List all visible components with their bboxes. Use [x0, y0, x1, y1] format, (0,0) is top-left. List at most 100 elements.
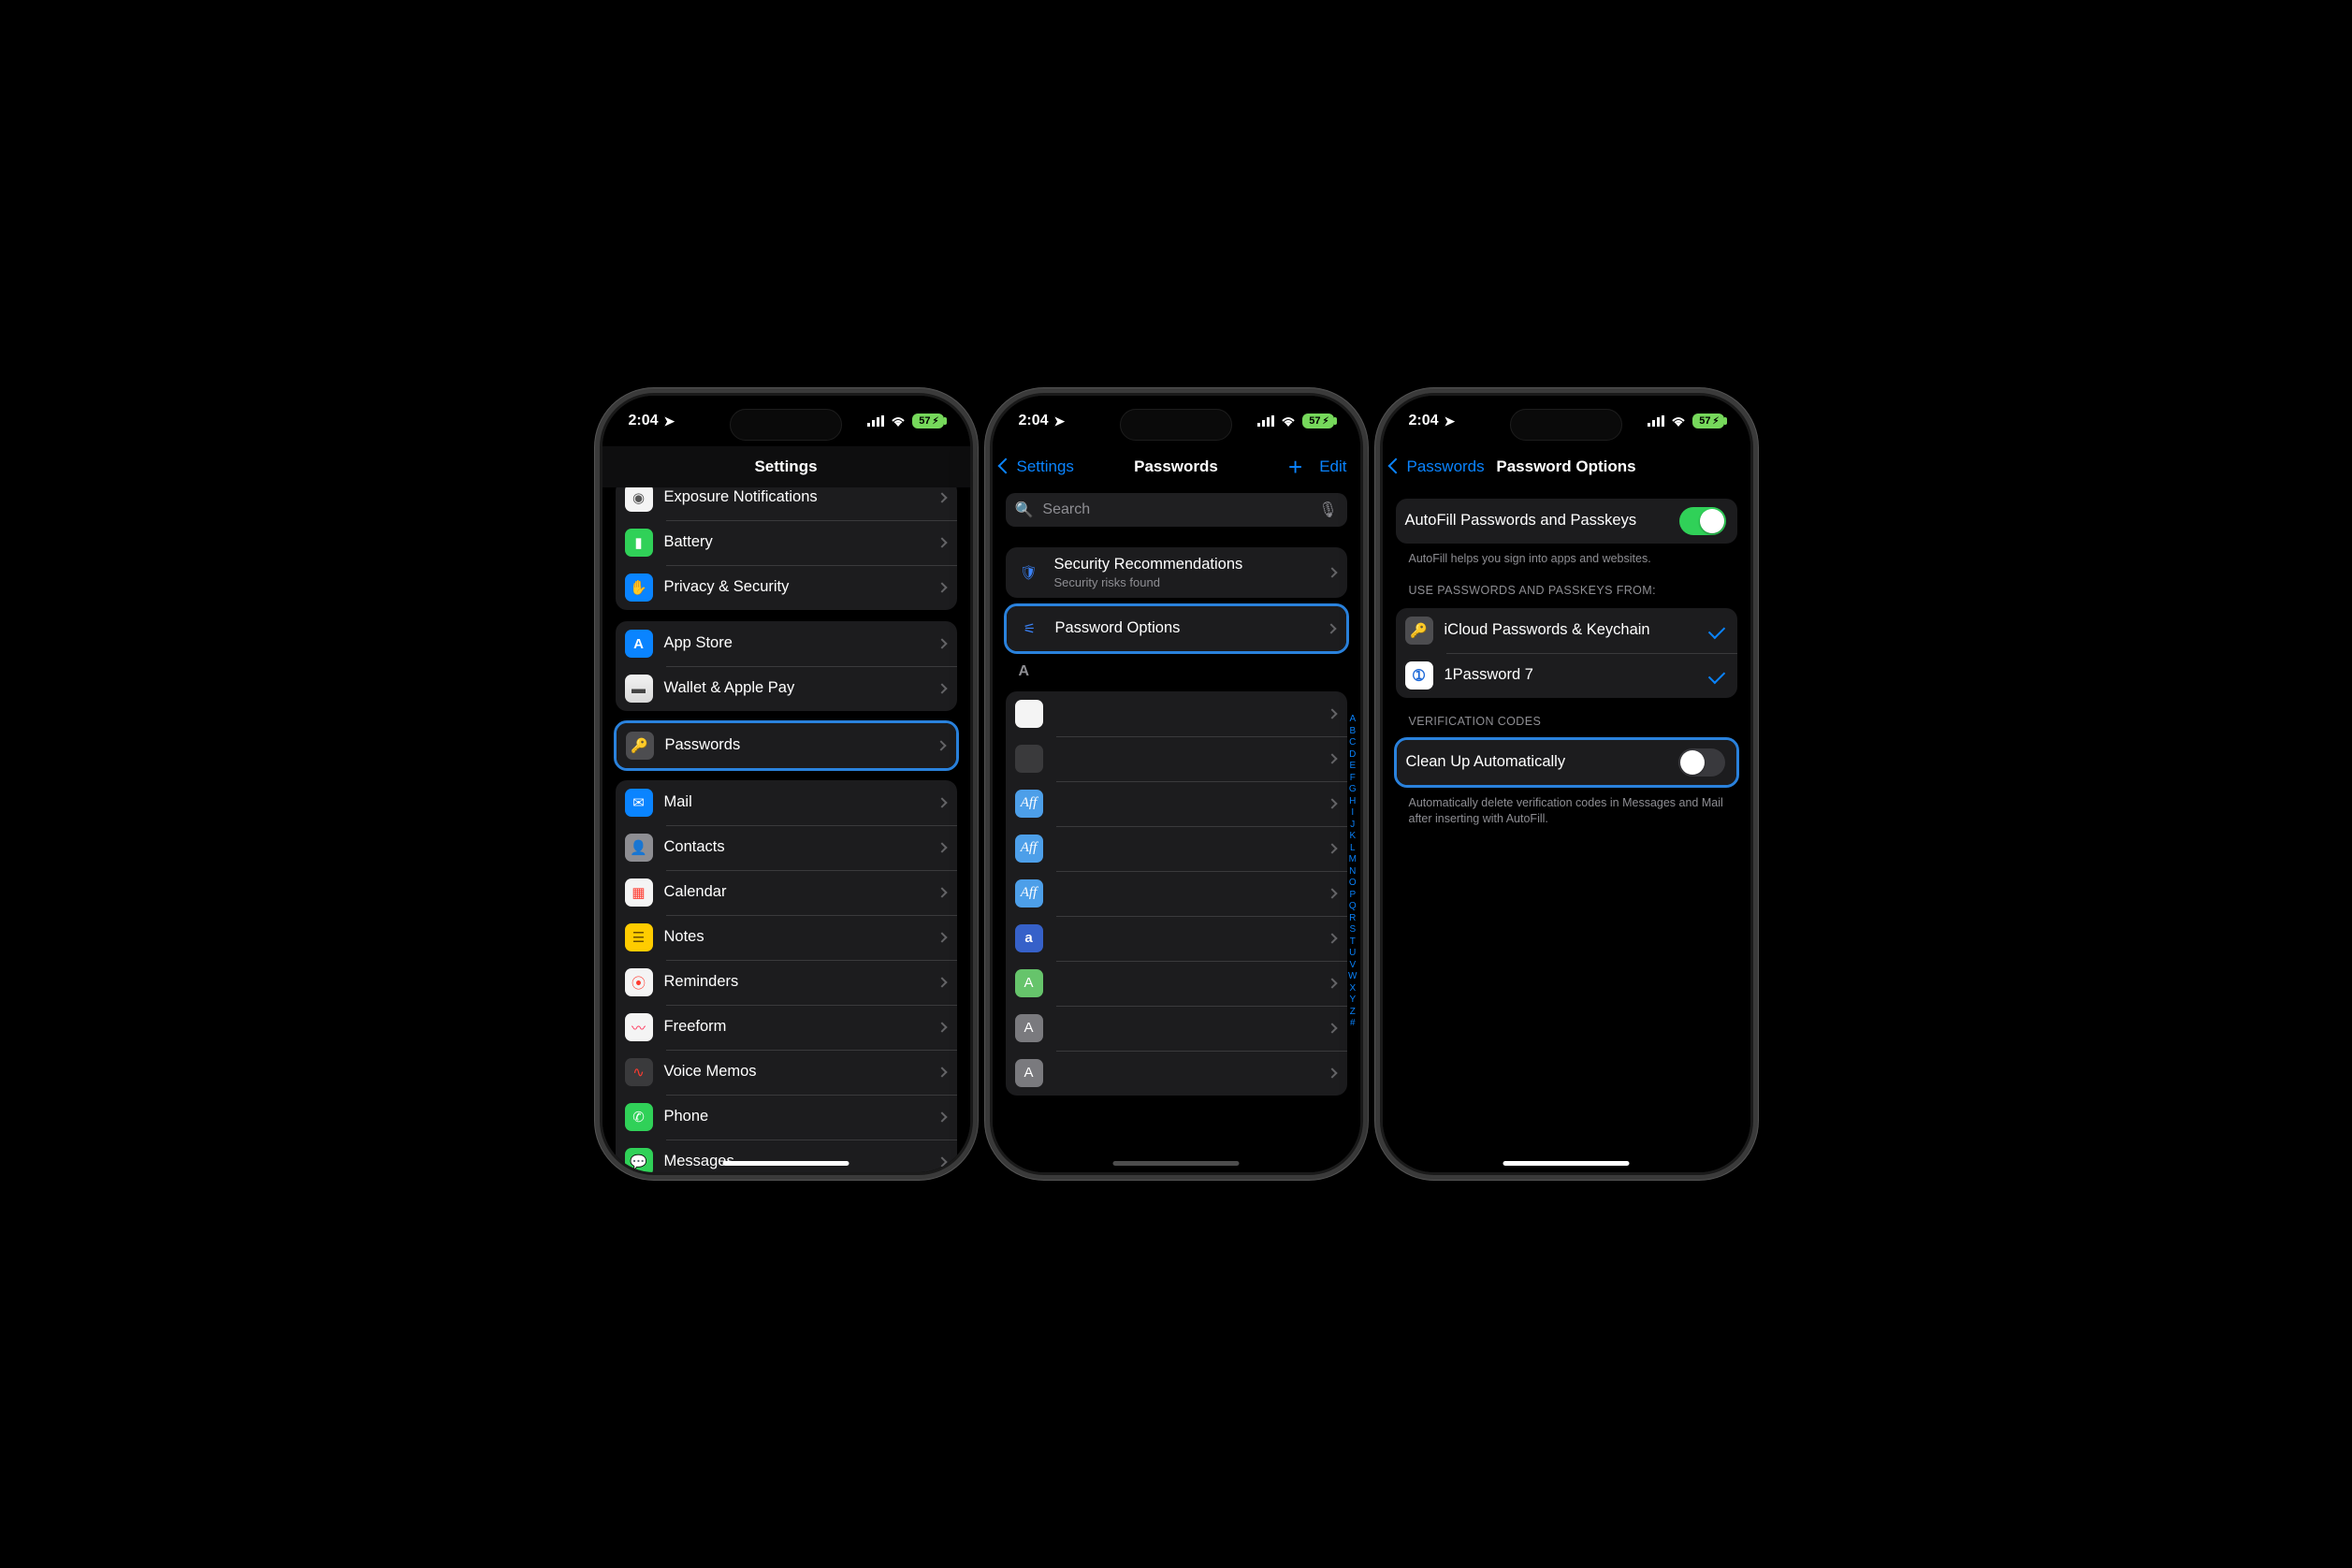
location-icon: ➤: [1445, 414, 1456, 429]
passwords-content[interactable]: 🛡︎ Security Recommendations Security ris…: [993, 536, 1360, 1172]
wifi-icon: [1280, 415, 1297, 427]
index-letter[interactable]: M: [1349, 854, 1357, 866]
row-mail[interactable]: ✉︎ Mail: [616, 780, 957, 825]
shield-icon: 🛡︎: [1015, 559, 1043, 587]
row-app-store[interactable]: A App Store: [616, 621, 957, 666]
index-letter[interactable]: G: [1349, 784, 1357, 796]
index-letter[interactable]: E: [1349, 761, 1356, 773]
row-voice-memos[interactable]: ∿ Voice Memos: [616, 1050, 957, 1095]
password-entry[interactable]: a—: [1006, 916, 1347, 961]
index-letter[interactable]: I: [1351, 807, 1354, 820]
index-letter[interactable]: J: [1350, 820, 1355, 832]
chevron-left-icon: [1390, 457, 1403, 476]
reminders-icon: ⦿: [625, 968, 653, 996]
autofill-footer: AutoFill helps you sign into apps and we…: [1409, 551, 1724, 567]
battery-icon: ▮: [625, 529, 653, 557]
index-letter[interactable]: P: [1349, 890, 1356, 902]
row-privacy-security[interactable]: ✋ Privacy & Security: [616, 565, 957, 610]
index-letter[interactable]: T: [1350, 936, 1356, 949]
index-letter[interactable]: V: [1349, 960, 1356, 972]
index-letter[interactable]: Q: [1349, 901, 1357, 913]
password-entry[interactable]: A—: [1006, 1051, 1347, 1096]
add-button[interactable]: +: [1288, 455, 1302, 479]
row-autofill-toggle[interactable]: AutoFill Passwords and Passkeys: [1396, 499, 1737, 544]
password-entry[interactable]: Aff—: [1006, 781, 1347, 826]
back-button[interactable]: Passwords: [1390, 446, 1485, 487]
index-letter[interactable]: C: [1349, 737, 1356, 749]
chevron-right-icon: [936, 932, 947, 942]
index-letter[interactable]: N: [1349, 866, 1356, 878]
password-entry[interactable]: A—: [1006, 1006, 1347, 1051]
row-password-options[interactable]: ⚟ Password Options: [1007, 606, 1346, 651]
password-entry[interactable]: —: [1006, 736, 1347, 781]
index-letter[interactable]: A: [1349, 714, 1356, 726]
row-reminders[interactable]: ⦿ Reminders: [616, 960, 957, 1005]
row-security-recommendations[interactable]: 🛡︎ Security Recommendations Security ris…: [1006, 547, 1347, 598]
password-entry[interactable]: A—: [1006, 961, 1347, 1006]
index-letter[interactable]: Z: [1350, 1007, 1356, 1019]
home-indicator[interactable]: [723, 1161, 849, 1166]
chevron-right-icon: [1327, 708, 1337, 719]
index-letter[interactable]: H: [1349, 796, 1356, 808]
chevron-right-icon: [936, 683, 947, 693]
row-messages[interactable]: 💬 Messages: [616, 1140, 957, 1172]
password-entry[interactable]: —: [1006, 691, 1347, 736]
chevron-right-icon: [1327, 888, 1337, 898]
edit-button[interactable]: Edit: [1319, 457, 1346, 476]
chevron-right-icon: [936, 887, 947, 897]
row-passwords[interactable]: 🔑 Passwords: [617, 723, 956, 768]
index-letter[interactable]: W: [1348, 971, 1357, 983]
row-freeform[interactable]: 〰︎ Freeform: [616, 1005, 957, 1050]
alphabet-index[interactable]: ABCDEFGHIJKLMNOPQRSTUVWXYZ#: [1348, 714, 1357, 1030]
back-button[interactable]: Settings: [1000, 446, 1074, 487]
index-letter[interactable]: U: [1349, 948, 1356, 960]
row-phone[interactable]: ✆ Phone: [616, 1095, 957, 1140]
row-wallet-apple-pay[interactable]: ▬ Wallet & Apple Pay: [616, 666, 957, 711]
mail-icon: ✉︎: [625, 789, 653, 817]
dictation-icon[interactable]: 🎙︎: [1318, 501, 1337, 519]
status-icons: 57⚡︎: [1648, 414, 1723, 428]
row-cleanup-toggle[interactable]: Clean Up Automatically: [1397, 740, 1736, 785]
entry-icon: [1015, 700, 1043, 728]
row-exposure-notifications[interactable]: ◉ Exposure Notifications: [616, 487, 957, 520]
chevron-left-icon: [1000, 457, 1013, 476]
password-entry[interactable]: Aff—: [1006, 871, 1347, 916]
search-input[interactable]: [1040, 501, 1311, 519]
index-letter[interactable]: S: [1349, 924, 1356, 936]
index-letter[interactable]: R: [1349, 913, 1356, 925]
section-header-a: A: [1019, 663, 1334, 680]
row-contacts[interactable]: 👤 Contacts: [616, 825, 957, 870]
password-entry[interactable]: Aff—: [1006, 826, 1347, 871]
chevron-right-icon: [936, 1022, 947, 1032]
chevron-right-icon: [936, 1067, 947, 1077]
cellular-icon: [1257, 415, 1274, 427]
row-provider-1password[interactable]: ➀ 1Password 7: [1396, 653, 1737, 698]
row-battery[interactable]: ▮ Battery: [616, 520, 957, 565]
status-icons: 57⚡︎: [867, 414, 943, 428]
dynamic-island: [1510, 409, 1622, 441]
index-letter[interactable]: X: [1349, 983, 1356, 995]
home-indicator[interactable]: [1113, 1161, 1240, 1166]
chevron-right-icon: [1327, 1023, 1337, 1033]
home-indicator[interactable]: [1503, 1161, 1630, 1166]
voice-memos-icon: ∿: [625, 1058, 653, 1086]
row-notes[interactable]: ☰ Notes: [616, 915, 957, 960]
index-letter[interactable]: #: [1350, 1018, 1356, 1030]
dynamic-island: [1120, 409, 1232, 441]
autofill-toggle[interactable]: [1679, 507, 1726, 535]
row-provider-keychain[interactable]: 🔑 iCloud Passwords & Keychain: [1396, 608, 1737, 653]
cleanup-toggle[interactable]: [1678, 748, 1725, 777]
index-letter[interactable]: L: [1350, 843, 1356, 855]
index-letter[interactable]: O: [1349, 878, 1357, 890]
chevron-right-icon: [1326, 623, 1336, 633]
index-letter[interactable]: Y: [1349, 995, 1356, 1007]
row-calendar[interactable]: ▦ Calendar: [616, 870, 957, 915]
index-letter[interactable]: D: [1349, 749, 1356, 762]
password-options-content[interactable]: AutoFill Passwords and Passkeys AutoFill…: [1383, 487, 1750, 1172]
index-letter[interactable]: K: [1349, 831, 1356, 843]
index-letter[interactable]: F: [1350, 773, 1356, 785]
settings-list[interactable]: ◉ Exposure Notifications ▮ Battery ✋ Pri…: [603, 487, 970, 1172]
index-letter[interactable]: B: [1349, 726, 1356, 738]
highlight-cleanup: Clean Up Automatically: [1394, 737, 1739, 788]
search-bar[interactable]: 🔍 🎙︎: [1006, 493, 1347, 527]
